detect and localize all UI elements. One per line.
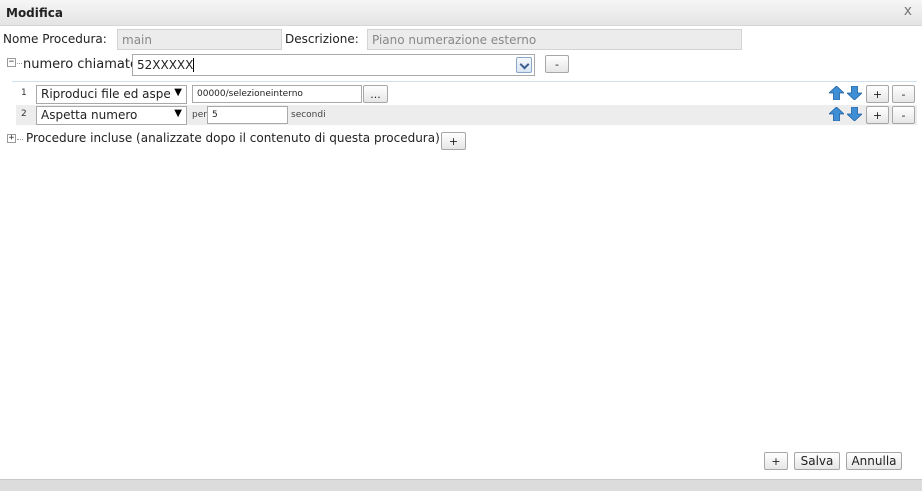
browse-file-button[interactable]: ... [363, 85, 388, 103]
secondi-label: secondi [291, 110, 326, 120]
step-row-2: 2 Aspetta numero ▼ per 5 secondi + - [16, 105, 917, 125]
cancel-button[interactable]: Annulla [846, 452, 902, 470]
minus-box-icon[interactable]: − [7, 58, 16, 67]
remove-step-button[interactable]: - [892, 85, 915, 103]
numero-chiamato-input[interactable]: 52XXXXX [132, 54, 535, 76]
remove-match-button[interactable]: - [545, 55, 569, 73]
step-action-select[interactable]: Aspetta numero ▼ [36, 106, 187, 125]
dialog-title: Modifica [6, 6, 63, 20]
numero-chiamato-label: numero chiamato [23, 57, 138, 72]
descrizione-field[interactable]: Piano numerazione esterno [367, 29, 742, 50]
descrizione-label: Descrizione: [285, 32, 359, 46]
dialog-titlebar: Modifica x [0, 0, 922, 26]
arrow-up-icon[interactable] [829, 107, 844, 121]
tree-connector [17, 139, 23, 140]
add-step-button[interactable]: + [866, 85, 889, 103]
arrow-up-icon[interactable] [829, 86, 844, 100]
add-button[interactable]: + [764, 452, 788, 470]
text-caret [193, 58, 194, 72]
close-icon[interactable]: x [904, 3, 912, 19]
plus-box-icon[interactable]: + [7, 134, 16, 143]
procedure-incluse-label: Procedure incluse (analizzate dopo il co… [26, 131, 440, 145]
nome-procedura-label: Nome Procedura: [3, 32, 107, 46]
seconds-input[interactable]: 5 [207, 106, 288, 124]
separator-line [12, 81, 917, 82]
step-file-input[interactable]: 00000/selezioneinterno [192, 85, 362, 103]
arrow-down-icon[interactable] [847, 107, 862, 121]
tree-connector [17, 63, 22, 64]
per-label: per [192, 110, 207, 120]
add-step-button[interactable]: + [866, 106, 889, 124]
step-action-value: Aspetta numero [41, 108, 138, 122]
bottom-bar [0, 479, 922, 491]
step-number: 2 [21, 109, 27, 119]
step-action-select[interactable]: Riproduci file ed aspe ▼ [36, 85, 187, 104]
step-number: 1 [21, 88, 27, 98]
dropdown-arrow-icon: ▼ [174, 87, 182, 98]
chevron-down-icon[interactable] [516, 57, 532, 73]
add-included-procedure-button[interactable]: + [441, 132, 466, 150]
numero-chiamato-value: 52XXXXX [137, 58, 194, 72]
arrow-down-icon[interactable] [847, 86, 862, 100]
remove-step-button[interactable]: - [892, 106, 915, 124]
dropdown-arrow-icon: ▼ [174, 108, 182, 119]
step-row-1: 1 Riproduci file ed aspe ▼ 00000/selezio… [16, 84, 917, 104]
step-action-value: Riproduci file ed aspe [41, 87, 171, 101]
save-button[interactable]: Salva [794, 452, 840, 470]
nome-procedura-field[interactable]: main [117, 29, 282, 50]
